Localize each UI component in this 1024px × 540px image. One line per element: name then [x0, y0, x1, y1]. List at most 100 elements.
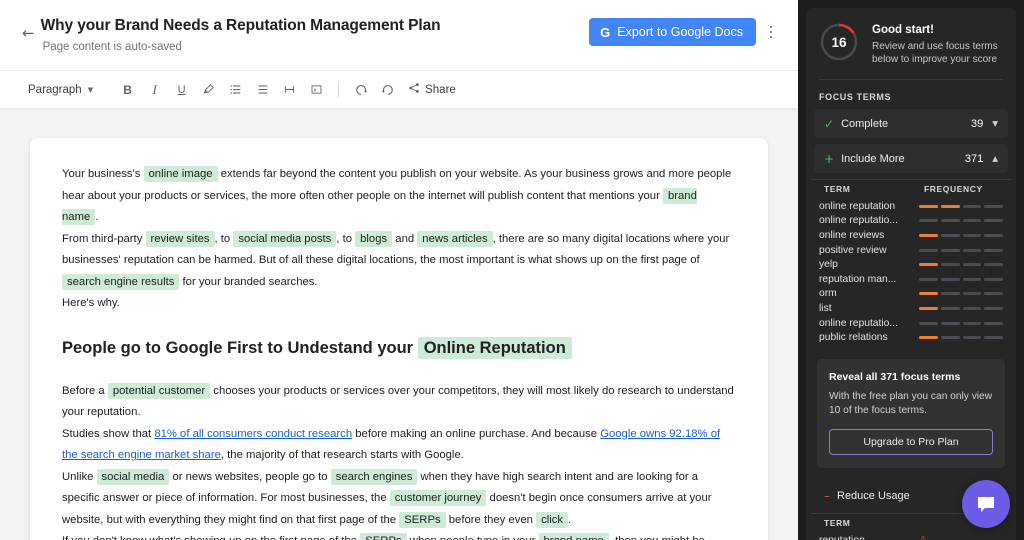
accordion-complete-count: 39 — [971, 118, 983, 130]
table-row[interactable]: online reviews — [806, 228, 1016, 243]
table-row[interactable]: positive review — [806, 243, 1016, 258]
frequency-segment — [963, 263, 982, 266]
paragraph-style-label: Paragraph — [28, 84, 82, 96]
export-button-label: Export to Google Docs — [617, 25, 743, 39]
text-run: Here's why. — [62, 297, 120, 309]
frequency-segment — [941, 336, 960, 339]
accordion-include-more[interactable]: + Include More 371 ▲ — [814, 144, 1008, 173]
focus-term-highlight: potential customer — [108, 383, 210, 399]
focus-term-highlight: review sites — [146, 231, 215, 247]
frequency-segment — [963, 322, 982, 325]
bold-icon[interactable]: B — [115, 77, 140, 102]
table-row[interactable]: list — [806, 301, 1016, 316]
minus-icon: – — [824, 489, 830, 503]
focus-terms-label: FOCUS TERMS — [806, 80, 1016, 109]
frequency-segment — [963, 292, 982, 295]
accordion-complete[interactable]: ✓ Complete 39 ▼ — [814, 109, 1008, 138]
table-row[interactable]: orm — [806, 287, 1016, 302]
embed-icon[interactable] — [304, 77, 329, 102]
document-page[interactable]: Your business's online image extends far… — [30, 138, 768, 540]
frequency-segment — [919, 263, 938, 266]
paragraph-7: If you don't know what's showing up on t… — [62, 531, 736, 540]
score-description: Review and use focus terms below to impr… — [872, 40, 1003, 66]
bullet-list-icon[interactable] — [250, 77, 275, 102]
table-row[interactable]: public relations — [806, 330, 1016, 345]
heading-spacer — [62, 360, 736, 381]
frequency-segment — [984, 292, 1003, 295]
warning-icon: ⚠ — [919, 535, 927, 540]
text-run: Unlike — [62, 471, 97, 483]
frequency-segment — [941, 292, 960, 295]
italic-icon[interactable]: I — [142, 77, 167, 102]
table-row[interactable]: reputation ⚠ — [806, 533, 1016, 540]
chevron-down-icon: ▼ — [992, 119, 998, 128]
frequency-bar — [919, 336, 1003, 339]
table-row[interactable]: reputation man... — [806, 272, 1016, 287]
frequency-segment — [919, 278, 938, 281]
term-label: online reputatio... — [819, 318, 919, 329]
focus-term-highlight: SERPs — [360, 533, 406, 540]
promo-title: Reveal all 371 focus terms — [829, 371, 993, 383]
frequency-bar — [919, 219, 1003, 222]
score-value: 16 — [819, 22, 859, 62]
paragraph-5: Studies show that 81% of all consumers c… — [62, 424, 736, 467]
export-to-google-docs-button[interactable]: G Export to Google Docs — [589, 18, 756, 46]
score-section: 16 Good start! Review and use focus term… — [806, 8, 1016, 66]
text-run: and — [392, 233, 417, 245]
focus-term-highlight: search engines — [331, 469, 418, 485]
text-run: before making an online purchase. And be… — [352, 428, 600, 440]
share-label: Share — [425, 84, 456, 96]
redo-icon[interactable] — [375, 77, 400, 102]
underline-icon[interactable]: U — [169, 77, 194, 102]
focus-term-highlight: customer journey — [390, 490, 487, 506]
paragraph-1: Your business's online image extends far… — [62, 164, 736, 229]
frequency-segment — [919, 307, 938, 310]
frequency-segment — [919, 249, 938, 252]
frequency-segment — [963, 336, 982, 339]
ordered-list-icon[interactable] — [223, 77, 248, 102]
text-run: , the majority of that research starts w… — [221, 449, 464, 461]
frequency-segment — [984, 249, 1003, 252]
share-button[interactable]: Share — [402, 78, 462, 101]
frequency-bar — [919, 292, 1003, 295]
inline-link[interactable]: 81% of all consumers conduct research — [154, 428, 352, 440]
upgrade-to-pro-plan-button[interactable]: Upgrade to Pro Plan — [829, 429, 993, 455]
text-run: Before a — [62, 385, 108, 397]
text-run: From third-party — [62, 233, 146, 245]
accordion-include-more-label: Include More — [841, 153, 965, 165]
score-title: Good start! — [872, 23, 1003, 37]
focus-term-highlight: brand name — [539, 533, 609, 540]
frequency-segment — [984, 205, 1003, 208]
undo-icon[interactable] — [348, 77, 373, 102]
section-heading-highlight: Online Reputation — [418, 337, 572, 359]
chat-bubble-icon[interactable] — [962, 480, 1010, 528]
text-run: . — [95, 211, 98, 223]
chevron-down-icon: ▼ — [88, 86, 93, 94]
editor-header: ← Why your Brand Needs a Reputation Mana… — [0, 0, 798, 70]
back-arrow-icon[interactable]: ← — [22, 26, 35, 41]
table-row[interactable]: online reputatio... — [806, 316, 1016, 331]
paragraph-3: Here's why. — [62, 293, 736, 315]
frequency-segment — [963, 219, 982, 222]
column-header-term-bottom: TERM — [824, 518, 924, 528]
table-row[interactable]: online reputatio... — [806, 214, 1016, 229]
term-label: positive review — [819, 245, 919, 256]
table-row[interactable]: yelp — [806, 257, 1016, 272]
frequency-segment — [919, 322, 938, 325]
accordion-include-more-count: 371 — [965, 153, 983, 165]
frequency-bar — [919, 234, 1003, 237]
highlight-icon[interactable] — [196, 77, 221, 102]
kebab-menu-icon[interactable] — [760, 18, 782, 46]
paragraph-style-select[interactable]: Paragraph ▼ — [22, 80, 99, 100]
text-run: . — [568, 514, 571, 526]
frequency-bar — [919, 263, 1003, 266]
horizontal-rule-icon[interactable] — [277, 77, 302, 102]
frequency-segment — [941, 219, 960, 222]
frequency-segment — [984, 234, 1003, 237]
frequency-bar — [919, 205, 1003, 208]
app-root: ← Why your Brand Needs a Reputation Mana… — [0, 0, 1024, 540]
google-icon: G — [600, 25, 610, 40]
table-row[interactable]: online reputation — [806, 199, 1016, 214]
check-icon: ✓ — [824, 117, 834, 131]
text-run: or news websites, people go to — [169, 471, 330, 483]
